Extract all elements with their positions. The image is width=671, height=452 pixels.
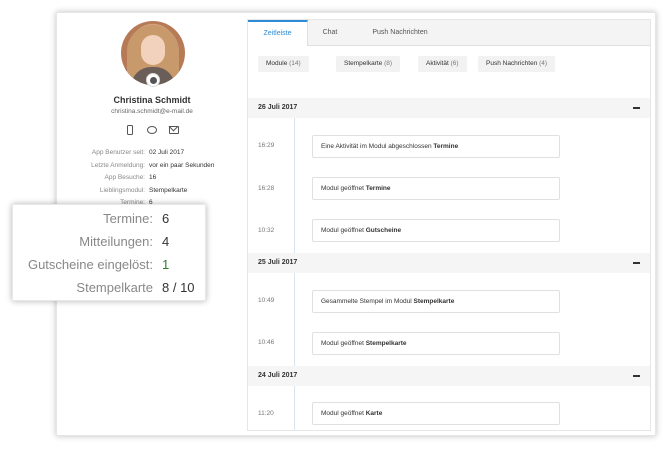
stat-row: App Besuche: 16: [57, 172, 247, 185]
day-header[interactable]: 26 Juli 2017: [248, 98, 650, 118]
callout-label: Termine:: [103, 211, 153, 226]
entry-text: Modul geöffnet: [321, 227, 366, 234]
tab-push-nachrichten[interactable]: Push Nachrichten: [352, 20, 448, 46]
filter-count: (4): [539, 60, 548, 67]
entry-time: 10:49: [258, 297, 275, 304]
filter-module[interactable]: Module (14): [258, 56, 309, 72]
entry-text: Modul geöffnet: [321, 410, 366, 417]
profile-stats: App Benutzer seit: 02 Juli 2017 Letzte A…: [57, 147, 247, 210]
phone-icon[interactable]: [125, 125, 135, 135]
stat-label: App Besuche:: [104, 174, 145, 181]
timeline-entry: Modul geöffnet Termine: [312, 177, 560, 200]
stat-row: Lieblingsmodul: Stempelkarte: [57, 185, 247, 198]
entry-module: Stempelkarte: [365, 340, 407, 347]
activity-panel: Zeitleiste Chat Push Nachrichten Module …: [247, 19, 651, 431]
filter-push-nachrichten[interactable]: Push Nachrichten (4): [478, 56, 556, 72]
day-date: 26 Juli 2017: [258, 104, 298, 111]
entry-module: Gutscheine: [365, 227, 402, 234]
timeline-entry: Eine Aktivität im Modul abgeschlossen Te…: [312, 135, 560, 158]
entry-time: 10:46: [258, 339, 275, 346]
contact-icons: [125, 125, 179, 135]
callout-value: 1: [162, 257, 170, 272]
timeline-entry: Modul geöffnet Karte: [312, 402, 560, 425]
entry-module: Karte: [365, 410, 383, 417]
filter-label: Stempelkarte: [344, 60, 383, 67]
timeline-entry: Modul geöffnet Gutscheine: [312, 219, 560, 242]
stat-row: Letzte Anmeldung: vor ein paar Sekunden: [57, 160, 247, 173]
apple-icon: [146, 73, 160, 87]
stat-label: Lieblingsmodul:: [99, 186, 145, 194]
callout-value: 6: [162, 211, 170, 226]
filter-aktivitaet[interactable]: Aktivität (6): [418, 56, 467, 72]
callout-row: Gutscheine eingelöst: 1: [13, 254, 207, 276]
filter-label: Push Nachrichten: [486, 60, 538, 67]
stat-value: vor ein paar Sekunden: [149, 161, 215, 169]
entry-text: Modul geöffnet: [321, 185, 366, 192]
filter-label: Module: [266, 60, 288, 67]
chat-icon[interactable]: [147, 125, 157, 135]
filter-count: (6): [450, 60, 459, 67]
profile-name: Christina Schmidt: [113, 95, 191, 105]
entry-text: Modul geöffnet: [321, 340, 366, 347]
minus-icon[interactable]: [633, 262, 640, 264]
entry-time: 16:28: [258, 185, 275, 192]
stat-value: Stempelkarte: [149, 186, 188, 194]
callout-value: 4: [162, 234, 170, 249]
tab-chat[interactable]: Chat: [308, 20, 352, 46]
day-date: 24 Juli 2017: [258, 372, 298, 379]
stat-value: 16: [149, 174, 157, 181]
callout-label: Gutscheine eingelöst:: [27, 257, 153, 272]
callout-label: Mitteilungen:: [79, 234, 153, 249]
stat-label: App Benutzer seit:: [91, 149, 145, 156]
entry-module: Termine: [433, 143, 459, 150]
callout-value: 8 / 10: [162, 280, 195, 295]
entry-text: Gesammelte Stempel im Modul: [321, 298, 414, 305]
entry-module: Stempelkarte: [413, 298, 455, 305]
entry-text: Eine Aktivität im Modul abgeschlossen: [321, 143, 434, 150]
entry-module: Termine: [365, 185, 391, 192]
timeline-entry: Gesammelte Stempel im Modul Stempelkarte: [312, 290, 560, 313]
profile-email: christina.schmidt@e-mail.de: [111, 108, 193, 115]
day-header[interactable]: 25 Juli 2017: [248, 253, 650, 273]
minus-icon[interactable]: [633, 107, 640, 109]
tab-zeitleiste[interactable]: Zeitleiste: [248, 20, 308, 46]
filter-stempelkarte[interactable]: Stempelkarte (8): [336, 56, 401, 72]
day-date: 25 Juli 2017: [258, 259, 298, 266]
callout-label: Stempelkarte: [76, 280, 153, 295]
entry-time: 16:29: [258, 142, 275, 149]
filter-label: Aktivität: [426, 60, 449, 67]
stat-row: App Benutzer seit: 02 Juli 2017: [57, 147, 247, 160]
timeline-entry: Modul geöffnet Stempelkarte: [312, 332, 560, 355]
stat-value: 02 Juli 2017: [149, 149, 185, 156]
tab-bar: Zeitleiste Chat Push Nachrichten: [248, 20, 650, 46]
filter-count: (8): [384, 60, 393, 67]
callout-row: Stempelkarte 8 / 10: [13, 277, 207, 299]
entry-time: 10:32: [258, 227, 275, 234]
callout-row: Termine: 6: [13, 208, 207, 230]
minus-icon[interactable]: [633, 375, 640, 377]
mail-icon[interactable]: [169, 125, 179, 135]
entry-time: 11:20: [258, 410, 274, 417]
stats-callout: Termine: 6 Mitteilungen: 4 Gutscheine ei…: [12, 204, 206, 301]
stat-label: Letzte Anmeldung:: [91, 161, 145, 169]
callout-row: Mitteilungen: 4: [13, 231, 207, 253]
day-header[interactable]: 24 Juli 2017: [248, 366, 650, 386]
filter-count: (14): [289, 60, 301, 67]
